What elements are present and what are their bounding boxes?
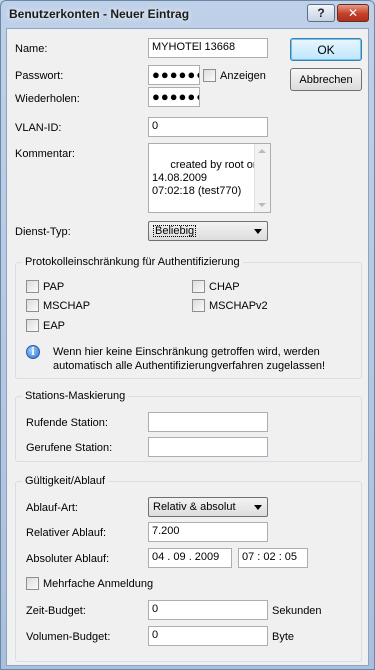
chevron-down-icon: [254, 229, 262, 234]
relative-expiry-input[interactable]: 7.200: [148, 522, 268, 542]
dialog-body: Name: MYHOTEl 13668 OK Abbrechen Passwor…: [6, 28, 369, 666]
password-input[interactable]: ●●●●●●: [148, 65, 200, 85]
eap-checkbox[interactable]: [26, 319, 39, 332]
mschapv2-checkbox[interactable]: [192, 299, 205, 312]
volume-budget-input[interactable]: 0: [148, 626, 268, 646]
chevron-down-icon: [254, 505, 262, 510]
auth-protocol-group: Protokolleinschränkung für Authentifizie…: [15, 256, 362, 379]
multi-login-checkbox[interactable]: [26, 577, 39, 590]
time-budget-label: Zeit-Budget:: [26, 605, 86, 617]
vlan-input[interactable]: 0: [148, 117, 268, 137]
pap-checkbox[interactable]: [26, 280, 39, 293]
mschap-label: MSCHAP: [43, 300, 91, 312]
called-station-input[interactable]: [148, 437, 268, 457]
eap-label: EAP: [43, 320, 66, 332]
time-budget-unit: Sekunden: [272, 605, 322, 617]
auth-info-text: Wenn hier keine Einschränkung getroffen …: [53, 346, 326, 372]
ok-button[interactable]: OK: [290, 38, 362, 61]
station-masking-group: Stations-Maskierung Rufende Station: Ger…: [15, 390, 362, 462]
validity-group: Gültigkeit/Ablauf Ablauf-Art: Relativ & …: [15, 475, 362, 662]
scroll-up-arrow-icon[interactable]: [258, 149, 266, 153]
close-icon: ✕: [347, 6, 359, 20]
calling-station-input[interactable]: [148, 412, 268, 432]
comment-scrollbar[interactable]: [254, 144, 270, 212]
name-input[interactable]: MYHOTEl 13668: [148, 38, 268, 58]
absolute-date-input[interactable]: 04 . 09 . 2009: [148, 548, 232, 568]
show-password-checkbox[interactable]: [203, 69, 216, 82]
volume-budget-unit: Byte: [272, 631, 295, 643]
mschap-checkbox[interactable]: [26, 299, 39, 312]
expiry-type-select[interactable]: Relativ & absolut: [148, 497, 268, 517]
vlan-label: VLAN-ID:: [15, 122, 62, 134]
info-icon: i: [26, 345, 40, 359]
title-bar[interactable]: Benutzerkonten - Neuer Eintrag ? ✕: [1, 1, 374, 27]
mschapv2-label: MSCHAPv2: [209, 300, 268, 312]
relative-expiry-label: Relativer Ablauf:: [26, 527, 107, 539]
volume-budget-label: Volumen-Budget:: [26, 631, 111, 643]
calling-station-label: Rufende Station:: [26, 417, 108, 429]
name-label: Name:: [15, 43, 48, 55]
show-password-label: Anzeigen: [220, 70, 266, 82]
chap-checkbox[interactable]: [192, 280, 205, 293]
time-budget-input[interactable]: 0: [148, 600, 268, 620]
window-title: Benutzerkonten - Neuer Eintrag: [9, 7, 190, 21]
repeat-password-input[interactable]: ●●●●●●: [148, 87, 200, 107]
absolute-time-input[interactable]: 07 : 02 : 05: [238, 548, 308, 568]
validity-group-title: Gültigkeit/Ablauf: [22, 475, 109, 487]
auth-group-title: Protokolleinschränkung für Authentifizie…: [22, 256, 243, 268]
close-button[interactable]: ✕: [337, 4, 369, 22]
service-type-value: Beliebig: [153, 225, 197, 237]
pap-label: PAP: [43, 281, 65, 293]
comment-label: Kommentar:: [15, 148, 75, 160]
expiry-type-value: Relativ & absolut: [153, 501, 236, 513]
service-type-label: Dienst-Typ:: [15, 226, 71, 238]
help-button[interactable]: ?: [307, 4, 335, 22]
comment-textarea[interactable]: created by root on 14.08.2009 07:02:18 (…: [148, 143, 271, 213]
expiry-type-label: Ablauf-Art:: [26, 502, 78, 514]
dialog-window: Benutzerkonten - Neuer Eintrag ? ✕ Name:…: [0, 0, 375, 670]
repeat-label: Wiederholen:: [15, 93, 80, 105]
scroll-down-arrow-icon[interactable]: [258, 203, 266, 207]
absolute-expiry-label: Absoluter Ablauf:: [26, 553, 110, 565]
chap-label: CHAP: [209, 281, 240, 293]
multi-login-label: Mehrfache Anmeldung: [43, 578, 154, 590]
comment-text: created by root on 14.08.2009 07:02:18 (…: [152, 159, 260, 197]
password-label: Passwort:: [15, 70, 64, 82]
service-type-select[interactable]: Beliebig: [148, 221, 268, 241]
station-group-title: Stations-Maskierung: [22, 390, 129, 402]
cancel-button[interactable]: Abbrechen: [290, 68, 362, 91]
called-station-label: Gerufene Station:: [26, 442, 113, 454]
